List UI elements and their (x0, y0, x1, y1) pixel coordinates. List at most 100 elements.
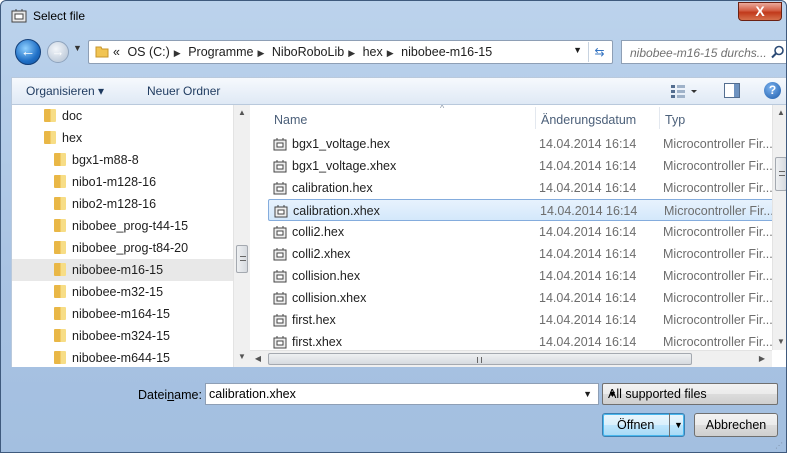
navigation-scrollbar[interactable]: ▲ ▼ (233, 105, 250, 367)
folder-icon (54, 329, 66, 342)
scrollbar-thumb[interactable] (236, 245, 248, 273)
filetype-select[interactable]: All supported files ▼ (602, 383, 778, 405)
file-row[interactable]: colli2.xhex 14.04.2014 16:14 Microcontro… (268, 243, 774, 265)
firmware-file-icon (273, 314, 287, 327)
file-row[interactable]: collision.xhex 14.04.2014 16:14 Microcon… (268, 287, 774, 309)
search-input[interactable]: nibobee-m16-15 durchs... (621, 40, 786, 64)
file-name: first.xhex (292, 335, 343, 349)
column-divider[interactable] (659, 107, 660, 129)
view-options-icon[interactable] (670, 83, 698, 99)
file-row[interactable]: first.xhex 14.04.2014 16:14 Microcontrol… (268, 331, 774, 350)
tree-item-selected[interactable]: nibobee-m16-15 (12, 259, 233, 281)
file-list: Name ^ Änderungsdatum Typ bgx1_voltage.h… (250, 105, 786, 367)
command-toolbar: Organisieren ▾ Neuer Ordner ? (11, 77, 786, 105)
file-name: collision.xhex (292, 291, 367, 305)
recent-locations-dropdown[interactable]: ▼ (73, 43, 82, 53)
tree-item[interactable]: nibobee-m164-15 (54, 303, 250, 325)
file-name: calibration.hex (292, 181, 373, 195)
preview-pane-icon[interactable] (724, 83, 740, 98)
tree-item[interactable]: nibo1-m128-16 (54, 171, 250, 193)
chevron-down-icon: ▼ (674, 420, 683, 430)
filename-label: Dateiname: (138, 388, 202, 402)
file-row[interactable]: first.hex 14.04.2014 16:14 Microcontroll… (268, 309, 774, 331)
chevron-right-icon[interactable]: ▶ (258, 48, 265, 58)
organize-button[interactable]: Organisieren ▾ (26, 84, 104, 98)
refresh-icon: ⇆ (594, 45, 605, 59)
back-button[interactable]: ← (15, 39, 41, 65)
tree-item[interactable]: nibo2-m128-16 (54, 193, 250, 215)
filename-input[interactable] (209, 386, 569, 402)
scroll-up-icon[interactable]: ▲ (773, 105, 786, 121)
folder-icon (54, 241, 66, 254)
filename-field[interactable]: ▼ (205, 383, 599, 405)
cancel-button[interactable]: Abbrechen (694, 413, 778, 437)
file-row[interactable]: colli2.hex 14.04.2014 16:14 Microcontrol… (268, 221, 774, 243)
file-type: Microcontroller Fir... (663, 269, 773, 283)
open-options-dropdown[interactable]: ▼ (669, 413, 685, 437)
tree-item-label: doc (62, 109, 83, 123)
help-icon[interactable]: ? (764, 82, 781, 99)
tree-item[interactable]: nibobee-m644-15 (54, 347, 250, 367)
scrollbar-thumb[interactable] (268, 353, 692, 365)
address-bar[interactable]: « OS (C:) ▶ Programme ▶ NiboRoboLib ▶ hex ▶ … (88, 40, 613, 64)
refresh-button[interactable]: ⇆ (588, 42, 610, 62)
firmware-file-icon (273, 248, 287, 261)
breadcrumb-item-niboробolib[interactable]: NiboRoboLib (272, 45, 344, 59)
tree-item[interactable]: hex (44, 127, 250, 149)
close-button[interactable]: X (738, 2, 782, 21)
breadcrumb-overflow[interactable]: « (113, 45, 120, 59)
file-name: first.hex (292, 313, 336, 327)
chevron-right-icon[interactable]: ▶ (348, 48, 355, 58)
scrollbar-thumb[interactable] (775, 157, 786, 191)
scroll-down-icon[interactable]: ▼ (234, 349, 250, 365)
tree-item[interactable]: nibobee-m324-15 (54, 325, 250, 347)
tree-item[interactable]: nibobee_prog-t44-15 (54, 215, 250, 237)
scroll-left-icon[interactable]: ◀ (250, 351, 266, 367)
file-list-vertical-scrollbar[interactable]: ▲ ▼ (772, 105, 786, 350)
new-folder-button[interactable]: Neuer Ordner (147, 84, 220, 98)
chevron-right-icon[interactable]: ▶ (387, 48, 394, 58)
resize-grip-icon[interactable]: ⋰ (775, 441, 785, 451)
column-divider[interactable] (535, 107, 536, 129)
forward-button[interactable]: → (47, 41, 69, 63)
tree-item[interactable]: doc (44, 105, 250, 127)
cancel-button-label: Abbrechen (705, 418, 767, 432)
file-date: 14.04.2014 16:14 (539, 291, 637, 305)
tree-item-label: nibo1-m128-16 (72, 175, 157, 189)
column-header-name[interactable]: Name (274, 113, 307, 127)
chevron-down-icon[interactable]: ▼ (573, 45, 582, 55)
chevron-right-icon[interactable]: ▶ (174, 48, 181, 58)
tree-item-label: nibobee-m164-15 (72, 307, 170, 321)
tree-item[interactable]: nibobee_prog-t84-20 (54, 237, 250, 259)
tree-item[interactable]: bgx1-m88-8 (54, 149, 250, 171)
firmware-file-icon (273, 336, 287, 349)
file-row[interactable]: calibration.hex 14.04.2014 16:14 Microco… (268, 177, 774, 199)
breadcrumb-item-drive[interactable]: OS (C:) (127, 45, 169, 59)
column-header-date[interactable]: Änderungsdatum (541, 113, 636, 127)
window-title: Select file (33, 9, 86, 23)
arrow-right-icon: → (51, 44, 65, 59)
file-type: Microcontroller Fir... (663, 181, 773, 195)
file-list-horizontal-scrollbar[interactable]: ◀ ▶ (250, 350, 772, 367)
chevron-down-icon[interactable]: ▼ (583, 389, 592, 399)
column-header-type[interactable]: Typ (665, 113, 685, 127)
file-row-selected[interactable]: calibration.xhex 14.04.2014 16:14 Microc… (268, 199, 774, 221)
navigation-pane: doc hex bgx1-m88-8 nibo1-m128-16 nibo2-m… (12, 105, 250, 367)
folder-icon (54, 197, 66, 210)
breadcrumb-item-hex[interactable]: hex (363, 45, 383, 59)
file-name: calibration.xhex (293, 204, 380, 218)
tree-item[interactable]: nibobee-m32-15 (54, 281, 250, 303)
breadcrumb-item-current[interactable]: nibobee-m16-15 (401, 45, 492, 59)
filename-label-part: ame: (174, 388, 202, 402)
file-row[interactable]: bgx1_voltage.xhex 14.04.2014 16:14 Micro… (268, 155, 774, 177)
scroll-down-icon[interactable]: ▼ (773, 334, 786, 350)
scroll-up-icon[interactable]: ▲ (234, 105, 250, 121)
file-name: bgx1_voltage.hex (292, 137, 390, 151)
file-row[interactable]: bgx1_voltage.hex 14.04.2014 16:14 Microc… (268, 133, 774, 155)
firmware-file-icon (274, 205, 288, 218)
file-row[interactable]: collision.hex 14.04.2014 16:14 Microcont… (268, 265, 774, 287)
scroll-right-icon[interactable]: ▶ (754, 351, 770, 367)
file-date: 14.04.2014 16:14 (539, 335, 637, 349)
search-icon[interactable] (771, 45, 785, 59)
breadcrumb-item-programme[interactable]: Programme (188, 45, 253, 59)
